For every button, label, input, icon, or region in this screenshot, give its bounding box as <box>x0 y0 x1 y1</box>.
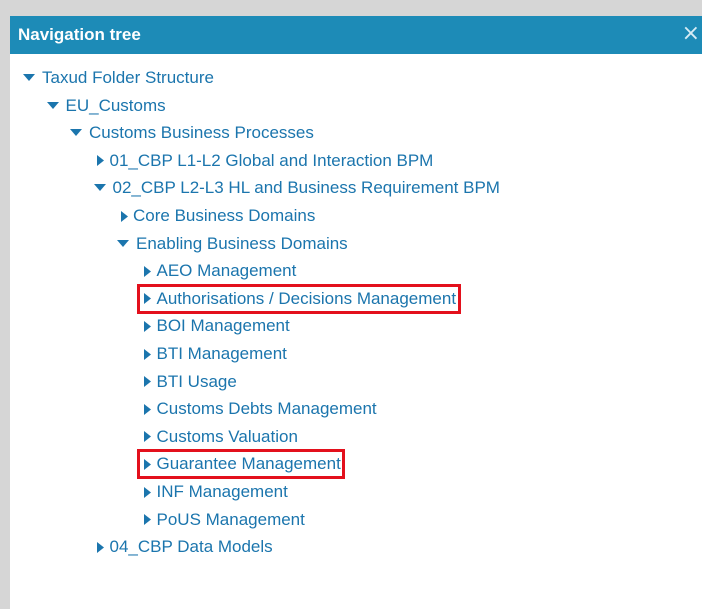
caret-down-icon[interactable] <box>20 69 38 87</box>
tree-node-label[interactable]: Authorisations / Decisions Management <box>157 288 457 310</box>
tree-node-eu-customs[interactable]: EU_Customs <box>44 93 166 119</box>
caret-right-icon[interactable] <box>143 317 153 335</box>
tree-node-label[interactable]: Guarantee Management <box>157 453 341 475</box>
tree-node-04-cbp-data-models[interactable]: 04_CBP Data Models <box>96 534 273 560</box>
tree-node-label[interactable]: EU_Customs <box>66 95 166 117</box>
caret-down-icon[interactable] <box>114 235 132 253</box>
caret-right-icon[interactable] <box>143 400 153 418</box>
caret-right-icon[interactable] <box>143 511 153 529</box>
tree-node-02-cbp-l2-l3-hl-and-business-requirement-bpm[interactable]: 02_CBP L2-L3 HL and Business Requirement… <box>91 175 500 201</box>
tree-node-label[interactable]: BTI Management <box>157 343 287 365</box>
tree-node-01-cbp-l1-l2-global-and-interaction-bpm[interactable]: 01_CBP L1-L2 Global and Interaction BPM <box>96 148 434 174</box>
caret-down-icon[interactable] <box>67 124 85 142</box>
caret-down-icon[interactable] <box>91 179 109 197</box>
tree-node-bti-management[interactable]: BTI Management <box>143 341 287 367</box>
tree-node-label[interactable]: BOI Management <box>157 315 290 337</box>
tree-node-label[interactable]: 02_CBP L2-L3 HL and Business Requirement… <box>113 177 500 199</box>
tree-node-label[interactable]: Customs Valuation <box>157 426 298 448</box>
panel-title: Navigation tree <box>18 25 141 44</box>
tree-node-label[interactable]: Customs Business Processes <box>89 122 314 144</box>
tree-node-inf-management[interactable]: INF Management <box>143 479 288 505</box>
tree-node-pous-management[interactable]: PoUS Management <box>143 507 305 533</box>
tree-node-bti-usage[interactable]: BTI Usage <box>143 369 237 395</box>
tree-node-label[interactable]: Core Business Domains <box>133 205 315 227</box>
close-icon[interactable]: × <box>682 21 700 47</box>
caret-right-icon[interactable] <box>143 290 153 308</box>
caret-right-icon[interactable] <box>143 428 153 446</box>
tree-node-boi-management[interactable]: BOI Management <box>143 313 290 339</box>
tree-node-label[interactable]: AEO Management <box>157 260 297 282</box>
navigation-tree-panel: Navigation tree × Taxud Folder Structure… <box>10 16 702 609</box>
tree-node-label[interactable]: PoUS Management <box>157 509 305 531</box>
tree-node-guarantee-management[interactable]: Guarantee Management <box>143 451 341 477</box>
caret-right-icon[interactable] <box>143 262 153 280</box>
tree-node-label[interactable]: INF Management <box>157 481 288 503</box>
caret-right-icon[interactable] <box>96 538 106 556</box>
caret-right-icon[interactable] <box>143 345 153 363</box>
tree-node-label[interactable]: BTI Usage <box>157 371 237 393</box>
tree-node-label[interactable]: 01_CBP L1-L2 Global and Interaction BPM <box>110 150 434 172</box>
tree-node-label[interactable]: Enabling Business Domains <box>136 233 348 255</box>
tree-node-label[interactable]: Customs Debts Management <box>157 398 377 420</box>
caret-right-icon[interactable] <box>143 483 153 501</box>
tree-node-authorisations-decisions-management[interactable]: Authorisations / Decisions Management <box>143 286 457 312</box>
tree-node-label[interactable]: Taxud Folder Structure <box>42 67 214 89</box>
window-frame-top <box>0 0 702 16</box>
caret-right-icon[interactable] <box>143 455 153 473</box>
tree-node-taxud-folder-structure[interactable]: Taxud Folder Structure <box>20 65 214 91</box>
tree-node-enabling-business-domains[interactable]: Enabling Business Domains <box>114 231 348 257</box>
caret-right-icon[interactable] <box>96 152 106 170</box>
tree-node-core-business-domains[interactable]: Core Business Domains <box>119 203 315 229</box>
caret-down-icon[interactable] <box>44 97 62 115</box>
tree-node-label[interactable]: 04_CBP Data Models <box>110 536 273 558</box>
tree-node-customs-valuation[interactable]: Customs Valuation <box>143 424 298 450</box>
caret-right-icon[interactable] <box>119 207 129 225</box>
tree-node-aeo-management[interactable]: AEO Management <box>143 258 297 284</box>
tree-node-customs-debts-management[interactable]: Customs Debts Management <box>143 396 377 422</box>
panel-header: Navigation tree × <box>10 16 702 54</box>
window-frame-left <box>0 16 10 609</box>
tree-node-customs-business-processes[interactable]: Customs Business Processes <box>67 120 314 146</box>
caret-right-icon[interactable] <box>143 373 153 391</box>
